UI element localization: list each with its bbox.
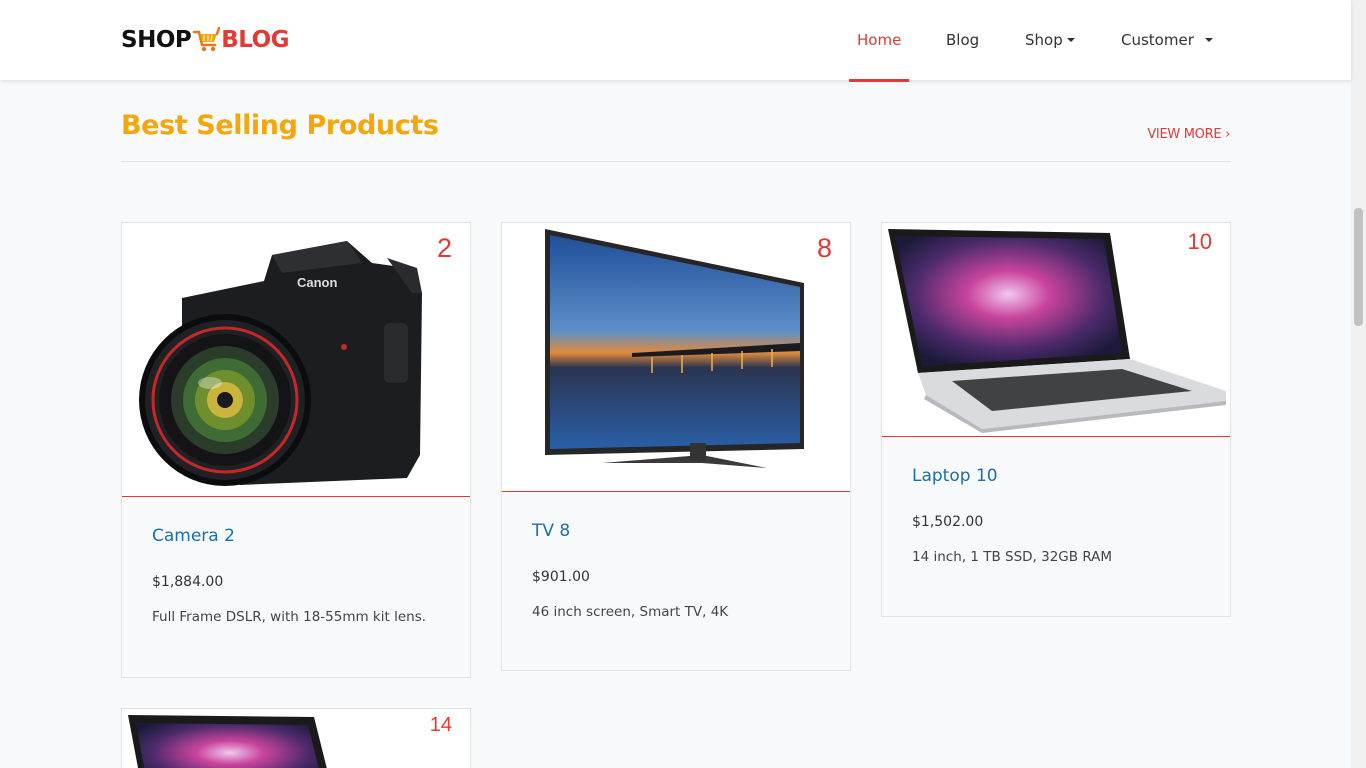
product-badge: 8: [816, 233, 832, 263]
product-badge: 10: [1187, 229, 1212, 254]
product-image-container[interactable]: 8: [502, 223, 850, 492]
product-name-link[interactable]: Camera 2: [152, 526, 440, 546]
camera-image: Canon: [139, 241, 422, 486]
nav-blog-label: Blog: [946, 31, 980, 49]
product-description: 46 inch screen, Smart TV, 4K: [532, 604, 729, 620]
nav-shop-label: Shop: [1025, 31, 1063, 49]
svg-text:Canon: Canon: [297, 275, 338, 290]
nav-customer-dropdown[interactable]: Customer: [1121, 0, 1213, 80]
product-image-container[interactable]: Canon 2: [122, 223, 470, 497]
section-title: Best Selling Products: [121, 110, 439, 141]
product-description: Full Frame DSLR, with 18-55mm kit lens.: [152, 609, 427, 625]
tv-image: [545, 229, 804, 468]
laptop-image: [888, 229, 1226, 433]
nav-home[interactable]: Home: [848, 0, 910, 82]
brand-blog-text: BLOG: [221, 27, 290, 53]
brand-shop-text: SHOP: [121, 27, 192, 53]
nav-shop-dropdown[interactable]: Shop: [1025, 0, 1075, 80]
product-price: $1,884.00: [152, 574, 224, 590]
navbar: SHOP BLOG Home Blog Shop Customer: [0, 0, 1351, 82]
shopping-cart-icon: [192, 26, 221, 52]
product-badge: 14: [429, 714, 452, 736]
brand-logo[interactable]: SHOP BLOG: [121, 25, 290, 55]
section-divider: [121, 161, 1231, 162]
scrollbar-thumb[interactable]: [1354, 208, 1363, 326]
product-badge: 2: [436, 233, 452, 263]
product-price: $901.00: [532, 569, 590, 585]
caret-down-icon: [1066, 38, 1075, 42]
product-name-link[interactable]: Laptop 10: [912, 466, 1200, 486]
page-scrollbar[interactable]: [1351, 0, 1366, 768]
laptop-image: [128, 715, 327, 768]
nav-customer-label: Customer: [1121, 31, 1194, 49]
nav-home-label: Home: [857, 31, 902, 49]
product-description: 14 inch, 1 TB SSD, 32GB RAM: [912, 549, 1113, 565]
caret-down-icon: [1204, 38, 1213, 42]
product-image-container[interactable]: 10: [882, 223, 1230, 437]
product-image-container[interactable]: 14: [122, 709, 470, 768]
view-more-link[interactable]: VIEW MORE ›: [1147, 127, 1230, 142]
product-card[interactable]: 14: [121, 708, 471, 768]
product-name-link[interactable]: TV 8: [532, 521, 820, 541]
product-card[interactable]: 8 TV 8 $901.00 46 inch screen, Smart TV,…: [501, 222, 851, 671]
product-card[interactable]: Canon 2 Camera 2 $1,884.00 Full Frame DS…: [121, 222, 471, 678]
product-card[interactable]: 10 Laptop 10 $1,502.00 14 inch, 1 TB SSD…: [881, 222, 1231, 617]
nav-blog[interactable]: Blog: [946, 0, 979, 80]
product-price: $1,502.00: [912, 514, 984, 530]
